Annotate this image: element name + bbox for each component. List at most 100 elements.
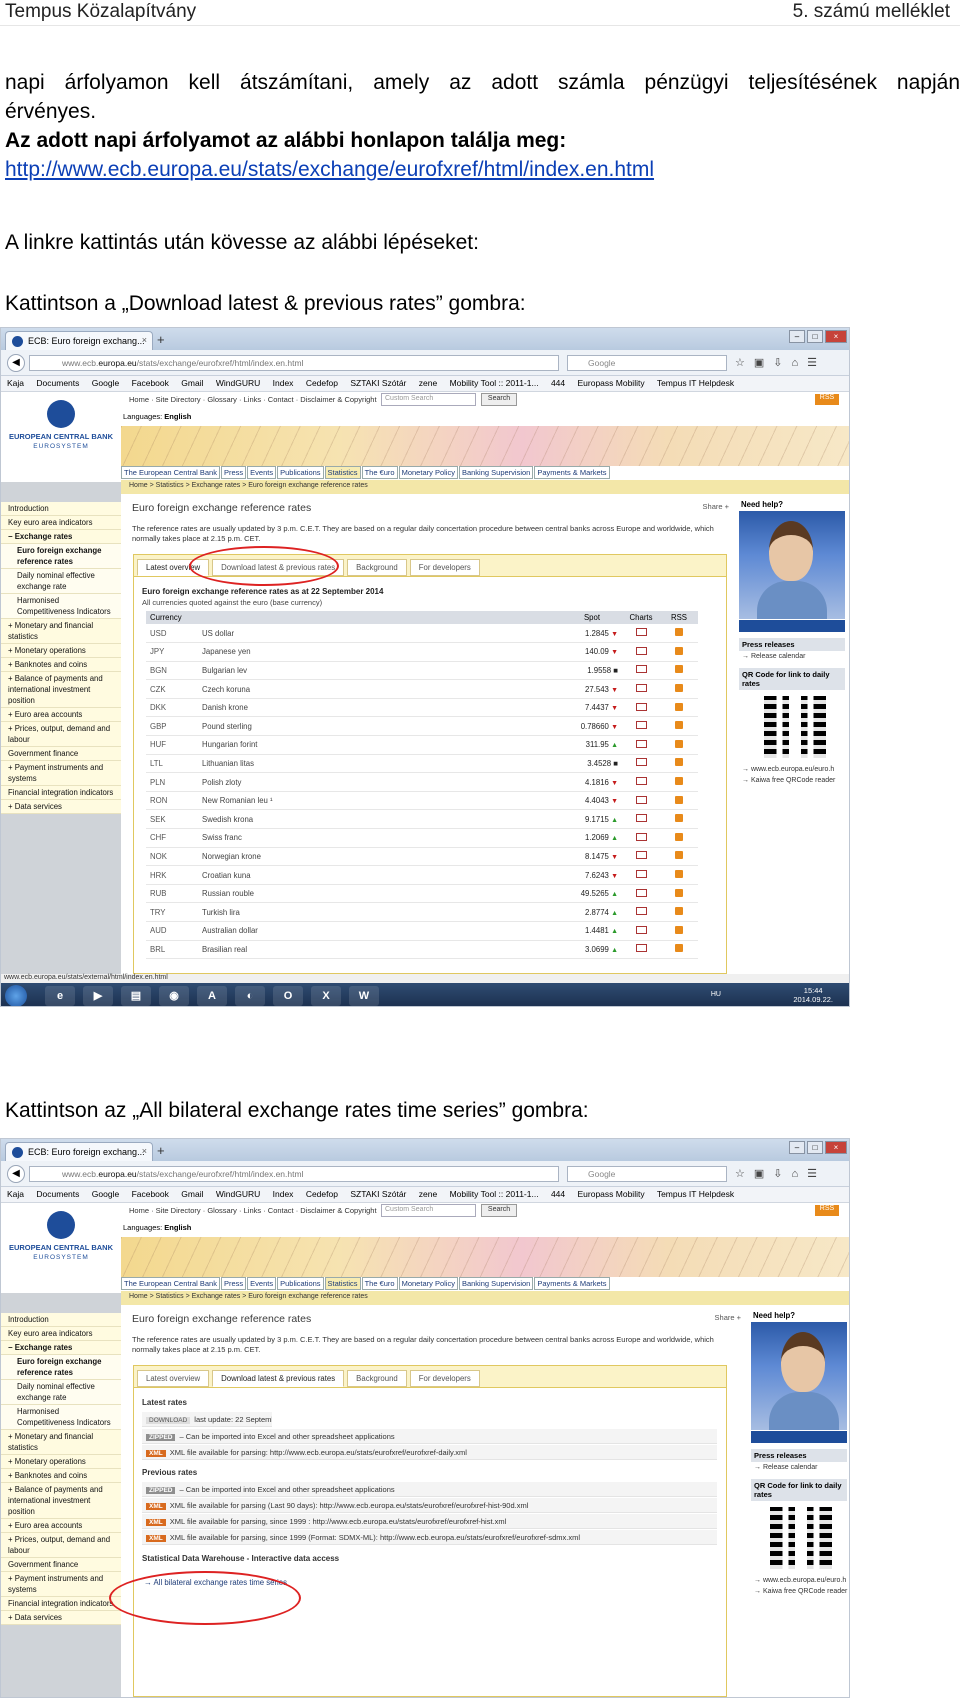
new-tab-button[interactable]: + bbox=[157, 1143, 165, 1158]
side-menu-item[interactable]: + Data services bbox=[1, 1611, 121, 1625]
bookmark-item[interactable]: 444 bbox=[551, 378, 565, 388]
rss-feed-icon[interactable] bbox=[675, 851, 683, 860]
currency-name[interactable]: Pound sterling bbox=[198, 716, 562, 737]
tab-background[interactable]: Background bbox=[347, 559, 407, 576]
chart-icon[interactable] bbox=[635, 702, 647, 711]
chart-icon[interactable] bbox=[635, 795, 647, 804]
prev-xml-hist-row[interactable]: XML XML file available for parsing, since… bbox=[142, 1514, 717, 1529]
latest-zip-row[interactable]: ZIPPED – Can be imported into Excel and o… bbox=[142, 1429, 717, 1444]
side-menu-item[interactable]: + Payment instruments and systems bbox=[1, 761, 121, 786]
taskbar-clock[interactable]: 15:44 2014.09.22. bbox=[793, 986, 833, 1004]
rss-feed-icon[interactable] bbox=[675, 665, 683, 674]
share-button[interactable]: Share + bbox=[703, 502, 729, 511]
toolbar-icons[interactable]: ☆▣⇩⌂☰ bbox=[735, 1167, 826, 1180]
side-menu-item[interactable]: + Prices, output, demand and labour bbox=[1, 722, 121, 747]
currency-name[interactable]: Norwegian krone bbox=[198, 847, 562, 867]
tab-for-developers[interactable]: For developers bbox=[409, 1370, 480, 1387]
tab-latest-overview[interactable]: Latest overview bbox=[137, 1370, 210, 1387]
word-icon[interactable]: W bbox=[349, 986, 379, 1006]
bookmark-item[interactable]: Index bbox=[273, 1189, 294, 1199]
ecb-search-button[interactable]: Search bbox=[481, 1204, 517, 1217]
back-arrow-icon[interactable]: ◀ bbox=[7, 354, 25, 372]
currency-name[interactable]: Turkish lira bbox=[198, 902, 562, 922]
address-input[interactable]: www.ecb.europa.eu/stats/exchange/eurofxr… bbox=[29, 355, 559, 371]
ecb-nav-item[interactable]: Press bbox=[220, 466, 247, 479]
side-menu-item[interactable]: + Balance of payments and international … bbox=[1, 1483, 121, 1519]
side-menu-item[interactable]: Introduction bbox=[1, 502, 121, 516]
side-menu-item[interactable]: − Exchange rates bbox=[1, 530, 121, 544]
chart-icon[interactable] bbox=[635, 684, 647, 693]
bookmark-item[interactable]: Google bbox=[92, 378, 119, 388]
currency-name[interactable]: Swiss franc bbox=[198, 828, 562, 848]
ecb-logo[interactable]: EUROPEAN CENTRAL BANK EUROSYSTEM bbox=[1, 392, 121, 482]
ecb-nav-item[interactable]: Statistics bbox=[324, 466, 361, 479]
chart-icon[interactable] bbox=[635, 777, 647, 786]
ecb-nav-item[interactable]: Events bbox=[247, 1277, 277, 1290]
prev-zip-row[interactable]: ZIPPED – Can be imported into Excel and o… bbox=[142, 1482, 717, 1497]
ecb-search-input[interactable]: Custom Search bbox=[381, 393, 476, 406]
side-menu-item[interactable]: − Exchange rates bbox=[1, 1341, 121, 1355]
firefox-icon[interactable]: ◐ bbox=[235, 986, 265, 1006]
toolbar-icons[interactable]: ☆▣⇩⌂☰ bbox=[735, 356, 826, 369]
minimize-icon[interactable]: – bbox=[789, 1141, 805, 1154]
side-menu-item[interactable]: Key euro area indicators bbox=[1, 516, 121, 530]
bookmark-item[interactable]: Documents bbox=[36, 378, 79, 388]
currency-name[interactable]: Russian rouble bbox=[198, 884, 562, 904]
press-releases-heading[interactable]: Press releases bbox=[751, 1449, 847, 1462]
side-menu-item[interactable]: Financial integration indicators bbox=[1, 1597, 121, 1611]
ecb-nav-item[interactable]: The €uro bbox=[361, 466, 398, 479]
browser-tab[interactable]: ECB: Euro foreign exchang... × bbox=[5, 331, 153, 350]
chart-icon[interactable] bbox=[635, 851, 647, 860]
start-button-icon[interactable] bbox=[5, 985, 27, 1006]
side-menu-item[interactable]: Financial integration indicators bbox=[1, 786, 121, 800]
currency-name[interactable]: Australian dollar bbox=[198, 921, 562, 941]
chart-icon[interactable] bbox=[635, 646, 647, 655]
media-player-icon[interactable]: ▶ bbox=[83, 986, 113, 1006]
assistant-avatar[interactable] bbox=[739, 511, 845, 619]
acrobat-icon[interactable]: A bbox=[197, 986, 227, 1006]
rss-feed-icon[interactable] bbox=[675, 628, 683, 637]
ecb-link[interactable]: http://www.ecb.europa.eu/stats/exchange/… bbox=[5, 155, 654, 184]
side-menu-item[interactable]: Euro foreign exchange reference rates bbox=[1, 1355, 121, 1380]
rss-feed-icon[interactable] bbox=[675, 721, 683, 730]
currency-name[interactable]: US dollar bbox=[198, 624, 562, 644]
chart-icon[interactable] bbox=[635, 721, 647, 730]
assistant-avatar[interactable] bbox=[751, 1322, 847, 1430]
col-currency[interactable]: Currency bbox=[146, 611, 562, 624]
chart-icon[interactable] bbox=[635, 628, 647, 637]
share-button[interactable]: Share + bbox=[715, 1313, 741, 1322]
rss-feed-icon[interactable] bbox=[675, 758, 683, 767]
ecb-search-button[interactable]: Search bbox=[481, 393, 517, 406]
kaiwa-link[interactable]: → Kaiwa free QRCode reader bbox=[751, 1586, 849, 1597]
outlook-icon[interactable]: O bbox=[273, 986, 303, 1006]
bookmark-item[interactable]: Tempus IT Helpdesk bbox=[657, 1189, 734, 1199]
chart-icon[interactable] bbox=[635, 925, 647, 934]
currency-name[interactable]: Danish krone bbox=[198, 698, 562, 718]
excel-icon[interactable]: X bbox=[311, 986, 341, 1006]
side-menu-item[interactable]: Key euro area indicators bbox=[1, 1327, 121, 1341]
side-menu-item[interactable]: Harmonised Competitiveness Indicators bbox=[1, 1405, 121, 1430]
chart-icon[interactable] bbox=[635, 814, 647, 823]
rss-feed-icon[interactable] bbox=[675, 739, 683, 748]
ecb-nav-item[interactable]: Statistics bbox=[324, 1277, 361, 1290]
side-menu-item[interactable]: + Monetary and financial statistics bbox=[1, 1430, 121, 1455]
bookmark-item[interactable]: Mobility Tool :: 2011-1... bbox=[450, 378, 539, 388]
bookmark-item[interactable]: Gmail bbox=[181, 1189, 203, 1199]
address-input[interactable]: www.ecb.europa.eu/stats/exchange/eurofxr… bbox=[29, 1166, 559, 1182]
bookmark-item[interactable]: Kaja bbox=[7, 1189, 24, 1199]
rss-feed-icon[interactable] bbox=[675, 907, 683, 916]
back-arrow-icon[interactable]: ◀ bbox=[7, 1165, 25, 1183]
bookmark-item[interactable]: 444 bbox=[551, 1189, 565, 1199]
side-menu-item[interactable]: Daily nominal effective exchange rate bbox=[1, 1380, 121, 1405]
bookmark-item[interactable]: zene bbox=[419, 1189, 437, 1199]
chart-icon[interactable] bbox=[635, 665, 647, 674]
chart-icon[interactable] bbox=[635, 758, 647, 767]
chart-icon[interactable] bbox=[635, 907, 647, 916]
rss-feed-icon[interactable] bbox=[675, 795, 683, 804]
side-menu-item[interactable]: Harmonised Competitiveness Indicators bbox=[1, 594, 121, 619]
side-menu-item[interactable]: + Monetary and financial statistics bbox=[1, 619, 121, 644]
qr-url-link[interactable]: → www.ecb.europa.eu/euro.h bbox=[751, 1575, 849, 1586]
bookmark-item[interactable]: WindGURU bbox=[216, 378, 260, 388]
bookmark-item[interactable]: SZTAKI Szótár bbox=[350, 1189, 406, 1199]
close-tab-icon[interactable]: × bbox=[142, 335, 147, 345]
